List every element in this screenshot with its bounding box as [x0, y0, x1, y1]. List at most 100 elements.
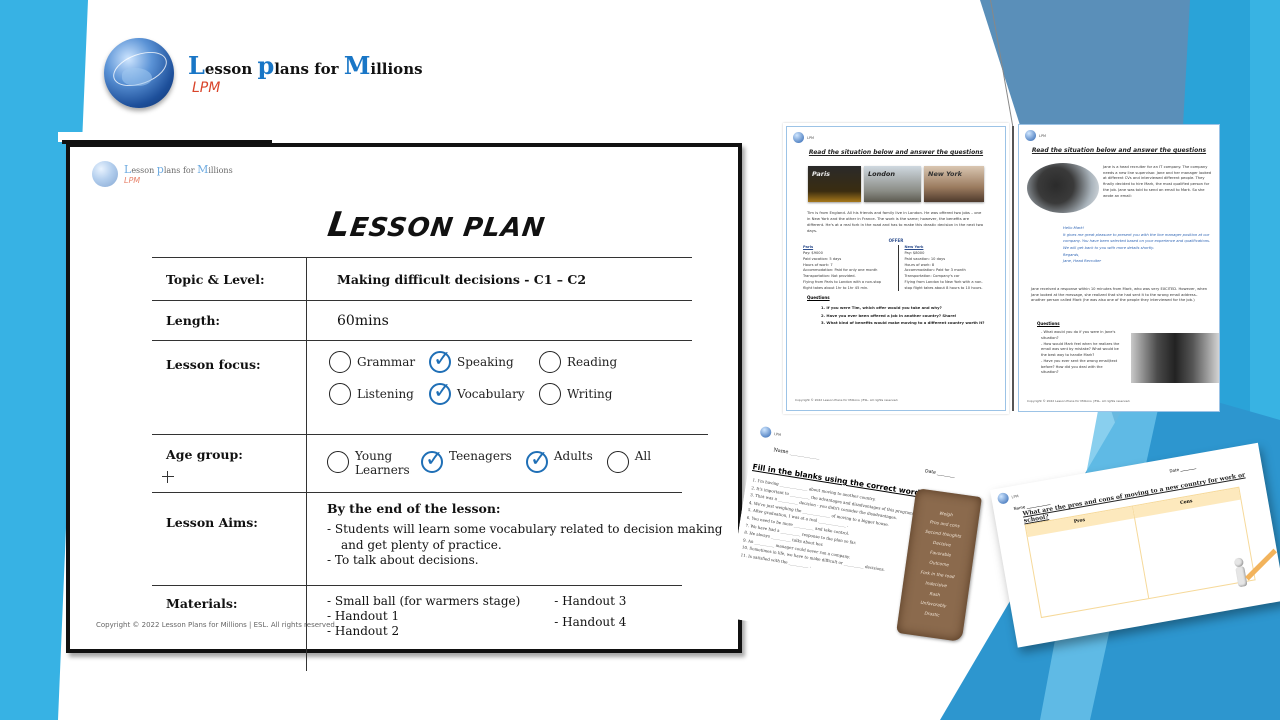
- material-item: Handout 4: [554, 615, 626, 630]
- offer-item: Flying from Paris to London with a non-s…: [803, 279, 882, 290]
- brand-text: lans for: [163, 165, 198, 175]
- questions-heading: Questions: [807, 295, 830, 301]
- brand-logo: Lesson plans for Millions LPM: [104, 38, 423, 108]
- option-label: Speaking: [457, 355, 514, 369]
- empty-circle-icon[interactable]: [327, 451, 349, 473]
- topic-value: Making difficult decisions - C1 – C2: [306, 258, 692, 300]
- material-item: Handout 1: [327, 609, 520, 624]
- brand-abbrev: LPM: [124, 175, 141, 185]
- brand-abbrev: LPM: [1011, 493, 1019, 499]
- age-options: Young Learners Teenagers Adults All: [327, 435, 682, 477]
- date-field: Date ________: [1169, 463, 1197, 474]
- brand-text: illions: [208, 165, 233, 175]
- brand-cap: M: [197, 162, 209, 176]
- option-teenagers[interactable]: Teenagers: [421, 447, 512, 477]
- aim-item: Students will learn some vocabulary rela…: [327, 522, 744, 553]
- option-label: Young Learners: [355, 449, 410, 477]
- brand-cap: p: [156, 162, 164, 176]
- globe-icon: [793, 132, 804, 143]
- option-label: All: [634, 449, 652, 463]
- row-length: Length: 60mins: [152, 301, 692, 341]
- city-images: Paris London New York: [787, 166, 1005, 202]
- email-line: We will get back to you with more detail…: [1063, 245, 1155, 250]
- brand-abbrev: LPM: [192, 79, 221, 96]
- stressed-woman-image: [1027, 163, 1099, 213]
- empty-circle-icon[interactable]: [539, 351, 561, 373]
- email-line: Hello Mark!: [1063, 226, 1085, 230]
- city-label: Paris: [812, 170, 831, 178]
- option-listening[interactable]: Listening: [329, 383, 429, 405]
- question-item: 2. Have you ever been offered a job in a…: [821, 312, 957, 318]
- option-label: Teenagers: [449, 449, 512, 463]
- handout-separator: [1012, 126, 1014, 411]
- option-vocabulary[interactable]: Vocabulary: [429, 379, 539, 405]
- date-field: Date ________: [924, 469, 956, 479]
- name-field: Name ____________: [773, 447, 821, 461]
- globe-icon: [1025, 130, 1036, 141]
- handout-story: Jane is a head recruiter for an IT compa…: [1103, 165, 1212, 198]
- checked-circle-icon[interactable]: [421, 447, 443, 473]
- aim-item: To talk about decisions.: [327, 553, 744, 569]
- material-item: Small ball (for warmers stage): [327, 594, 520, 609]
- option-young-learners[interactable]: Young Learners: [327, 449, 410, 477]
- focus-options: Grammar Speaking Reading Listening Vocabular…: [327, 341, 708, 405]
- option-label: Listening: [357, 387, 414, 401]
- option-all[interactable]: All: [606, 449, 652, 477]
- empty-circle-icon[interactable]: [329, 383, 351, 405]
- lesson-plan-heading: LESSON PLAN: [325, 205, 548, 245]
- globe-icon: [759, 425, 773, 439]
- question-item: 1. If you were Tim, which offer would yo…: [821, 305, 942, 311]
- brand-cap: L: [188, 50, 205, 80]
- option-adults[interactable]: Adults: [525, 447, 593, 477]
- handout-title: Read the situation below and answer the …: [808, 149, 984, 156]
- checked-circle-icon[interactable]: [429, 379, 451, 405]
- new-york-image: New York: [924, 166, 984, 202]
- copyright-text: Copyright © 2022 Lesson Plans for Millio…: [1027, 399, 1131, 403]
- option-writing[interactable]: Writing: [539, 383, 649, 405]
- copyright-text: Copyright © 2022 Lesson Plans for Millio…: [96, 621, 338, 629]
- row-label: Topic & Level:: [166, 272, 265, 287]
- row-lesson-aims: Lesson Aims: By the end of the lesson: S…: [152, 493, 752, 585]
- handout-title: Read the situation below and answer the …: [1031, 147, 1207, 154]
- email-text: Hello Mark! It gives me great pleasure t…: [1063, 225, 1213, 265]
- copyright-text: Copyright © 2022 Lesson Plans for Millio…: [795, 398, 899, 402]
- question-item: - How would Mark feel when he realizes t…: [1041, 341, 1120, 358]
- question-item: 3. What kind of benefits would make movi…: [821, 320, 985, 326]
- aims-intro: By the end of the lesson:: [327, 501, 501, 516]
- row-lesson-focus: Lesson focus: Grammar Speaking Reading List…: [152, 341, 708, 435]
- email-line: Regards,: [1063, 252, 1080, 257]
- material-item: Handout 3: [554, 594, 626, 609]
- material-item: Handout 2: [327, 624, 520, 639]
- brand-text: lans for: [274, 59, 344, 78]
- handout-story: Tim is from England. All his friends and…: [807, 210, 984, 234]
- email-line: Jane, Head Recruiter: [1063, 259, 1102, 264]
- row-label: Length:: [166, 313, 221, 328]
- empty-circle-icon[interactable]: [606, 451, 629, 473]
- option-speaking[interactable]: Speaking: [429, 347, 539, 373]
- globe-icon: [92, 161, 118, 187]
- empty-circle-icon[interactable]: [329, 351, 351, 373]
- email-line: It gives me great pleasure to present yo…: [1063, 232, 1211, 244]
- option-label: Writing: [567, 387, 613, 401]
- aims-list: Students will learn some vocabulary rela…: [327, 522, 744, 569]
- materials-list: Small ball (for warmers stage) Handout 1…: [327, 594, 520, 639]
- heading-rest: ESSON PLAN: [348, 213, 548, 243]
- handout-1-thumbnail: LPM Read the situation below and answer …: [786, 126, 1006, 411]
- lesson-plan-table: Topic & Level: Making difficult decision…: [152, 257, 722, 671]
- checked-circle-icon[interactable]: [429, 347, 451, 373]
- brand-abbrev: LPM: [1039, 133, 1047, 138]
- brand-title: Lesson plans for Millions: [188, 51, 423, 80]
- brand-abbrev: LPM: [807, 135, 815, 140]
- globe-icon: [104, 38, 174, 108]
- cross-marker: [162, 471, 174, 483]
- row-label: Lesson Aims:: [166, 515, 258, 530]
- checked-circle-icon[interactable]: [525, 447, 548, 473]
- option-reading[interactable]: Reading: [539, 351, 649, 373]
- offer-paris: Paris Pay: $9000 Paid vacation: 5 days Hou…: [803, 245, 888, 291]
- option-grammar[interactable]: Grammar: [329, 351, 429, 373]
- brand-cap: M: [343, 50, 371, 80]
- empty-circle-icon[interactable]: [539, 383, 561, 405]
- row-age-group: Age group: Young Learners Teenagers Adults…: [152, 435, 682, 493]
- row-label: Lesson focus:: [166, 357, 261, 372]
- lesson-plan-card: Lesson plans for Millions LPM LESSON PLA…: [66, 143, 742, 671]
